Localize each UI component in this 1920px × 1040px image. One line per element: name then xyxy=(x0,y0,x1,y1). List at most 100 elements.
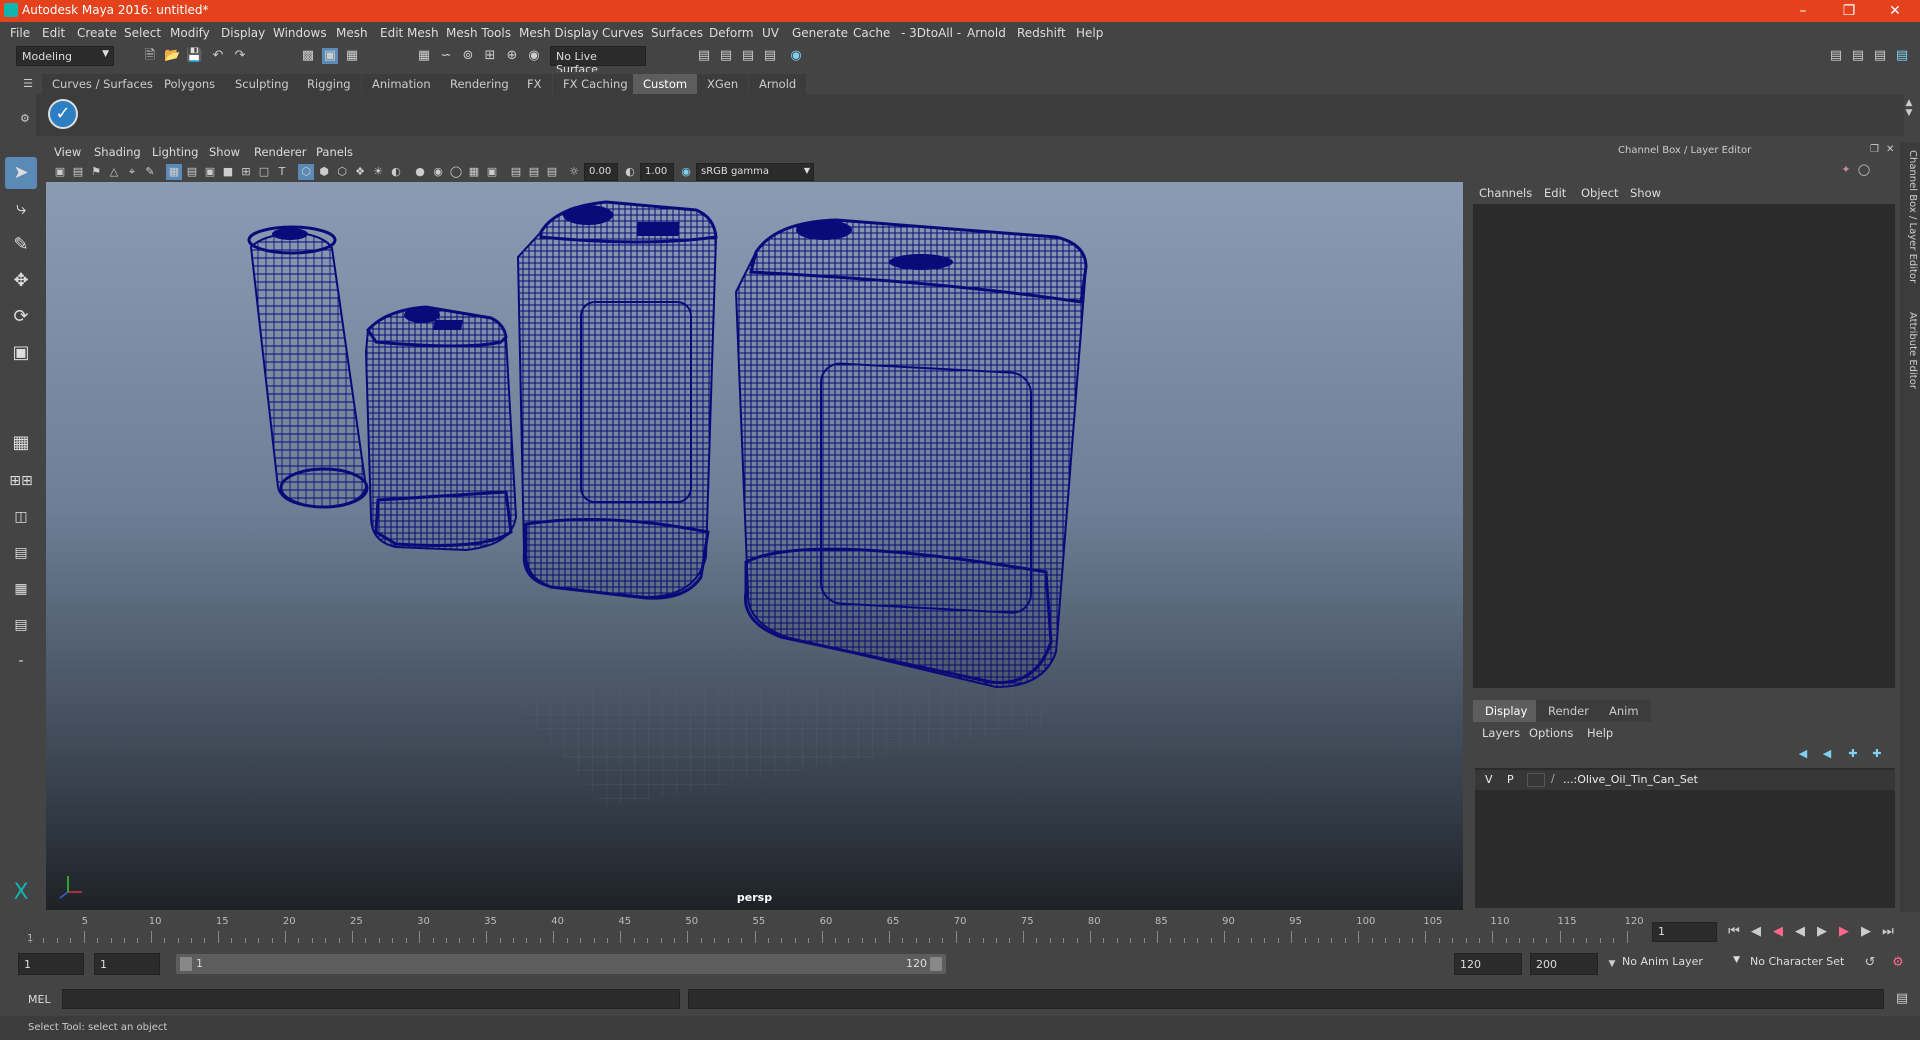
restore-icon[interactable]: ❐ xyxy=(1826,0,1872,22)
wireframe-on-shaded-icon[interactable]: ⬡ xyxy=(334,164,350,180)
save-scene-icon[interactable]: 💾 xyxy=(186,48,202,64)
scene-start-field[interactable]: 1 xyxy=(18,953,84,975)
side-tab-channel-box[interactable]: Channel Box / Layer Editor xyxy=(1902,150,1918,290)
menu-mesh-tools[interactable]: Mesh Tools xyxy=(446,26,511,40)
side-tab-attribute-editor[interactable]: Attribute Editor xyxy=(1902,312,1918,402)
le-menu-options[interactable]: Options xyxy=(1529,726,1573,740)
move-layer-up-icon[interactable]: ◀ xyxy=(1795,746,1811,762)
snap-view-icon[interactable]: ⊞ xyxy=(482,48,498,64)
safe-title-icon[interactable]: T xyxy=(274,164,290,180)
select-component-icon[interactable]: ▦ xyxy=(344,48,360,64)
menu-redshift[interactable]: Redshift xyxy=(1017,26,1066,40)
persp-viewport[interactable]: persp xyxy=(46,182,1463,910)
shelf-menu-icon[interactable]: ☰ xyxy=(20,76,36,92)
menu-mesh-display[interactable]: Mesh Display xyxy=(519,26,599,40)
menu-3dtoall[interactable]: - 3DtoAll - xyxy=(901,26,961,40)
le-menu-help[interactable]: Help xyxy=(1587,726,1613,740)
select-tool-icon[interactable]: ➤ xyxy=(5,157,37,189)
resolution-gate-icon[interactable]: ▣ xyxy=(202,164,218,180)
layout-persp-outliner-icon[interactable]: ▤ xyxy=(5,537,37,569)
xray-components-icon[interactable]: ▤ xyxy=(544,164,560,180)
step-forward-key-icon[interactable]: ▶ xyxy=(1836,924,1852,940)
viewport-menu-renderer[interactable]: Renderer xyxy=(254,145,307,159)
command-language-label[interactable]: MEL xyxy=(28,993,51,1006)
menu-arnold[interactable]: Arnold xyxy=(967,26,1006,40)
snap-surface-icon[interactable]: ⊕ xyxy=(504,48,520,64)
lasso-tool-icon[interactable]: ⤷ xyxy=(5,193,37,225)
range-start-handle[interactable] xyxy=(180,957,192,971)
current-frame-field[interactable]: 1 xyxy=(1652,922,1717,942)
menu-windows[interactable]: Windows xyxy=(273,26,327,40)
color-management-icon[interactable]: ◉ xyxy=(678,164,694,180)
shelf-scroll-icon[interactable]: ▲ ▼ xyxy=(1902,98,1916,134)
camera-select-icon[interactable]: ▣ xyxy=(52,164,68,180)
new-layer-selected-icon[interactable]: ✚ xyxy=(1845,746,1861,762)
make-live-icon[interactable]: ◉ xyxy=(526,48,542,64)
layer-tab-anim[interactable]: Anim xyxy=(1597,700,1651,722)
minimize-icon[interactable]: – xyxy=(1780,0,1826,22)
layout-graph-icon[interactable]: ▦ xyxy=(5,573,37,605)
layer-color-swatch[interactable] xyxy=(1527,773,1545,787)
new-scene-icon[interactable]: 🗎 xyxy=(142,48,158,64)
layer-name[interactable]: ...:Olive_Oil_Tin_Can_Set xyxy=(1563,773,1698,786)
paint-select-tool-icon[interactable]: ✎ xyxy=(5,229,37,261)
menu-curves[interactable]: Curves xyxy=(602,26,644,40)
panel-close-icon[interactable]: ✕ xyxy=(1886,144,1894,155)
preferences-icon[interactable]: ⚙ xyxy=(1890,955,1906,971)
bookmark-icon[interactable]: ⚑ xyxy=(88,164,104,180)
lights-icon[interactable]: ☀ xyxy=(370,164,386,180)
snap-grid-icon[interactable]: ▦ xyxy=(416,48,432,64)
command-input[interactable] xyxy=(62,989,680,1009)
gamma-icon[interactable]: ◐ xyxy=(622,164,638,180)
wireframe-icon[interactable]: ⬡ xyxy=(298,164,314,180)
render-view-icon[interactable]: ▤ xyxy=(762,48,778,64)
step-back-key-icon[interactable]: ◀ xyxy=(1770,924,1786,940)
shelf-tab-curves-surfaces[interactable]: Curves / Surfaces xyxy=(42,74,163,94)
toggle-panels-icon[interactable]: ▤ xyxy=(1850,48,1866,64)
cb-menu-edit[interactable]: Edit xyxy=(1544,186,1566,200)
anim-start-field[interactable]: 1 xyxy=(94,953,160,975)
ambient-occlusion-icon[interactable]: ● xyxy=(412,164,428,180)
xray-icon[interactable]: ▤ xyxy=(508,164,524,180)
redo-icon[interactable]: ↷ xyxy=(232,48,248,64)
menu-surfaces[interactable]: Surfaces xyxy=(651,26,703,40)
close-icon[interactable]: ✕ xyxy=(1872,0,1918,22)
cb-options-icon[interactable]: ◯ xyxy=(1856,162,1872,178)
render-frame-icon[interactable]: ▤ xyxy=(718,48,734,64)
character-set-dropdown[interactable]: No Character Set xyxy=(1750,955,1870,968)
current-frame-box[interactable]: 1 xyxy=(1652,922,1717,942)
gate-mask-icon[interactable]: ■ xyxy=(220,164,236,180)
menu-cache[interactable]: Cache xyxy=(853,26,890,40)
shelf-tab-polygons[interactable]: Polygons xyxy=(154,74,226,94)
grid-toggle-icon[interactable]: ▦ xyxy=(166,164,182,180)
depth-of-field-icon[interactable]: ▦ xyxy=(466,164,482,180)
motion-blur-icon[interactable]: ◉ xyxy=(430,164,446,180)
play-forwards-icon[interactable]: ▶ xyxy=(1814,924,1830,940)
anim-end-field[interactable]: 120 xyxy=(1454,953,1522,975)
anti-aliasing-icon[interactable]: ◯ xyxy=(448,164,464,180)
menu-generate[interactable]: Generate xyxy=(792,26,848,40)
exposure-field[interactable]: 0.00 xyxy=(584,163,618,181)
menu-help[interactable]: Help xyxy=(1076,26,1103,40)
layer-tab-render[interactable]: Render xyxy=(1536,700,1601,722)
shelf-tab-sculpting[interactable]: Sculpting xyxy=(225,74,299,94)
menu-uv[interactable]: UV xyxy=(762,26,779,40)
field-chart-icon[interactable]: ⊞ xyxy=(238,164,254,180)
textured-icon[interactable]: ❖ xyxy=(352,164,368,180)
layout-more-icon[interactable]: - xyxy=(5,645,37,677)
viewport-menu-show[interactable]: Show xyxy=(209,145,240,159)
exposure-icon[interactable]: ☼ xyxy=(566,164,582,180)
select-hierarchy-icon[interactable]: ▩ xyxy=(300,48,316,64)
new-layer-icon[interactable]: ✚ xyxy=(1869,746,1885,762)
menu-edit[interactable]: Edit xyxy=(42,26,65,40)
cb-menu-channels[interactable]: Channels xyxy=(1479,186,1532,200)
rotate-tool-icon[interactable]: ⟳ xyxy=(5,301,37,333)
layout-two-vertical-icon[interactable]: ◫ xyxy=(5,501,37,533)
go-to-start-icon[interactable]: ⏮ xyxy=(1726,924,1742,940)
layer-tab-display[interactable]: Display xyxy=(1473,700,1540,722)
viewport-menu-lighting[interactable]: Lighting xyxy=(152,145,198,159)
menu-mesh[interactable]: Mesh xyxy=(336,26,368,40)
xray-joints-icon[interactable]: ▤ xyxy=(526,164,542,180)
scene-end-field[interactable]: 200 xyxy=(1530,953,1598,975)
layer-playback-toggle[interactable]: P xyxy=(1507,773,1514,786)
